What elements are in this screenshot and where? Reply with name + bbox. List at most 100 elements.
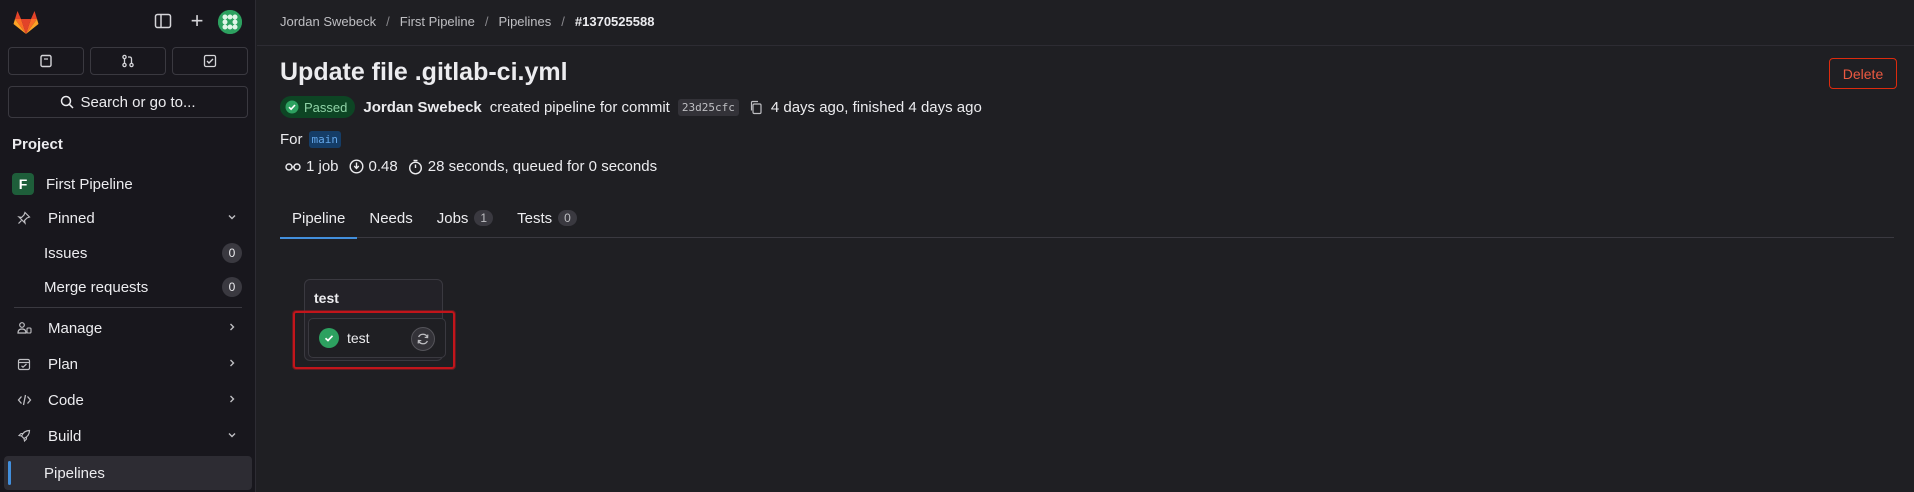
delete-button[interactable]: Delete [1829,58,1897,89]
breadcrumb-separator: / [386,14,390,29]
chevron-down-icon [228,433,236,438]
pin-icon [14,211,34,225]
tab-count-badge: 0 [558,210,577,226]
tab-tests[interactable]: Tests 0 [505,198,589,238]
duration-stat-label: 28 seconds, queued for 0 seconds [427,158,658,175]
code-icon [14,393,34,407]
todo-list-button[interactable] [172,47,248,75]
ref-row: For main [280,131,341,148]
ref-prefix: For [280,131,303,148]
tab-label: Tests [517,209,553,227]
quick-actions [8,47,248,75]
timer-icon [408,159,422,175]
calendar-icon [14,357,34,371]
users-icon [14,321,34,335]
sidebar-item-label: Pipelines [44,464,105,482]
tab-count-badge: 1 [474,210,494,226]
header-divider [257,45,1914,46]
sidebar-item-label: Plan [48,355,79,373]
sidebar-item-pipelines[interactable]: Pipelines [4,456,252,490]
coverage-stat-label: 0.48 [368,158,398,175]
sidebar-item-label: Merge requests [44,278,149,296]
todo-icon [203,54,217,68]
branch-ref-link[interactable]: main [308,131,341,148]
search-label: Search or go to... [80,93,196,111]
check-circle-icon [285,100,299,114]
chevron-down-icon [228,215,236,220]
job-name: test [347,330,370,346]
author-link[interactable]: Jordan Swebeck [363,99,481,116]
sidebar-item-label: First Pipeline [46,175,133,193]
sidebar-item-build[interactable]: Build [4,419,252,453]
retry-button[interactable] [411,327,435,351]
pipeline-icon [285,162,301,171]
sidebar-item-manage[interactable]: Manage [4,311,252,345]
sidebar-toggle-icon[interactable] [154,12,172,30]
gitlab-logo-icon[interactable] [12,9,40,35]
retry-icon [417,333,429,345]
merge-requests-count-badge: 0 [222,277,242,297]
copy-icon[interactable] [749,100,763,115]
sidebar-item-label: Manage [48,319,103,337]
sidebar-item-label: Pinned [48,209,95,227]
chevron-right-icon [230,359,235,367]
sidebar-item-code[interactable]: Code [4,383,252,417]
pipeline-tabs: Pipeline Needs Jobs 1 Tests 0 [280,198,1894,239]
tab-jobs[interactable]: Jobs 1 [425,198,505,238]
breadcrumb-pipelines[interactable]: Pipelines [499,14,552,29]
active-indicator [8,461,11,485]
tab-label: Needs [369,209,413,227]
commit-sha[interactable]: 23d25cfc [677,98,739,116]
tab-label: Pipeline [292,209,346,227]
tab-needs[interactable]: Needs [357,198,424,238]
search-icon [61,95,74,109]
job-success-icon [319,328,339,348]
breadcrumb: Jordan Swebeck / First Pipeline / Pipeli… [280,14,654,29]
breadcrumb-separator: / [561,14,565,29]
sidebar-item-project[interactable]: F First Pipeline [4,167,252,201]
chevron-right-icon [230,395,235,403]
timing-text: 4 days ago, finished 4 days ago [770,98,982,116]
sidebar-item-merge-requests[interactable]: Merge requests 0 [4,270,252,304]
merge-request-icon [122,54,134,68]
pipeline-meta: Passed Jordan Swebeck created pipeline f… [280,96,982,118]
create-new-icon[interactable]: + [186,10,208,32]
sidebar-item-pinned[interactable]: Pinned [4,201,252,235]
jobs-stat: 1 job [285,158,339,175]
breadcrumb-separator: / [484,14,489,29]
section-label: Project [12,136,63,153]
issues-count-badge: 0 [222,243,242,263]
sidebar-item-label: Code [48,391,84,409]
breadcrumb-project[interactable]: First Pipeline [400,14,475,29]
pipeline-stats: 1 job 0.48 28 seconds, queued for 0 seco… [285,158,657,175]
breadcrumb-owner[interactable]: Jordan Swebeck [280,14,376,29]
issues-icon [40,54,52,68]
chevron-right-icon [230,323,235,331]
sidebar: + Search or go to... Project F First Pip… [0,0,256,492]
tab-label: Jobs [436,209,469,227]
sidebar-item-plan[interactable]: Plan [4,347,252,381]
stage-title: test [314,290,339,306]
status-label: Passed [304,99,348,115]
sidebar-divider [14,307,242,308]
sidebar-item-issues[interactable]: Issues 0 [4,236,252,270]
coverage-icon [349,159,364,174]
sidebar-item-label: Issues [44,244,88,262]
main-content: Jordan Swebeck / First Pipeline / Pipeli… [257,0,1914,492]
rocket-icon [14,429,34,443]
page-title: Update file .gitlab-ci.yml [280,58,568,86]
sidebar-header: + [0,0,256,44]
breadcrumb-current[interactable]: #1370525588 [575,14,655,29]
job-item[interactable]: test [308,318,446,358]
action-text: created pipeline for commit [489,98,670,116]
jobs-stat-label: 1 job [306,158,339,175]
sidebar-item-label: Build [48,427,82,445]
avatar[interactable] [218,10,242,34]
status-badge[interactable]: Passed [280,96,356,118]
project-avatar: F [12,173,34,195]
tab-pipeline[interactable]: Pipeline [280,198,358,239]
assigned-issues-button[interactable] [8,47,84,75]
merge-requests-button[interactable] [90,47,166,75]
duration-stat: 28 seconds, queued for 0 seconds [408,158,657,175]
search-button[interactable]: Search or go to... [8,86,248,118]
